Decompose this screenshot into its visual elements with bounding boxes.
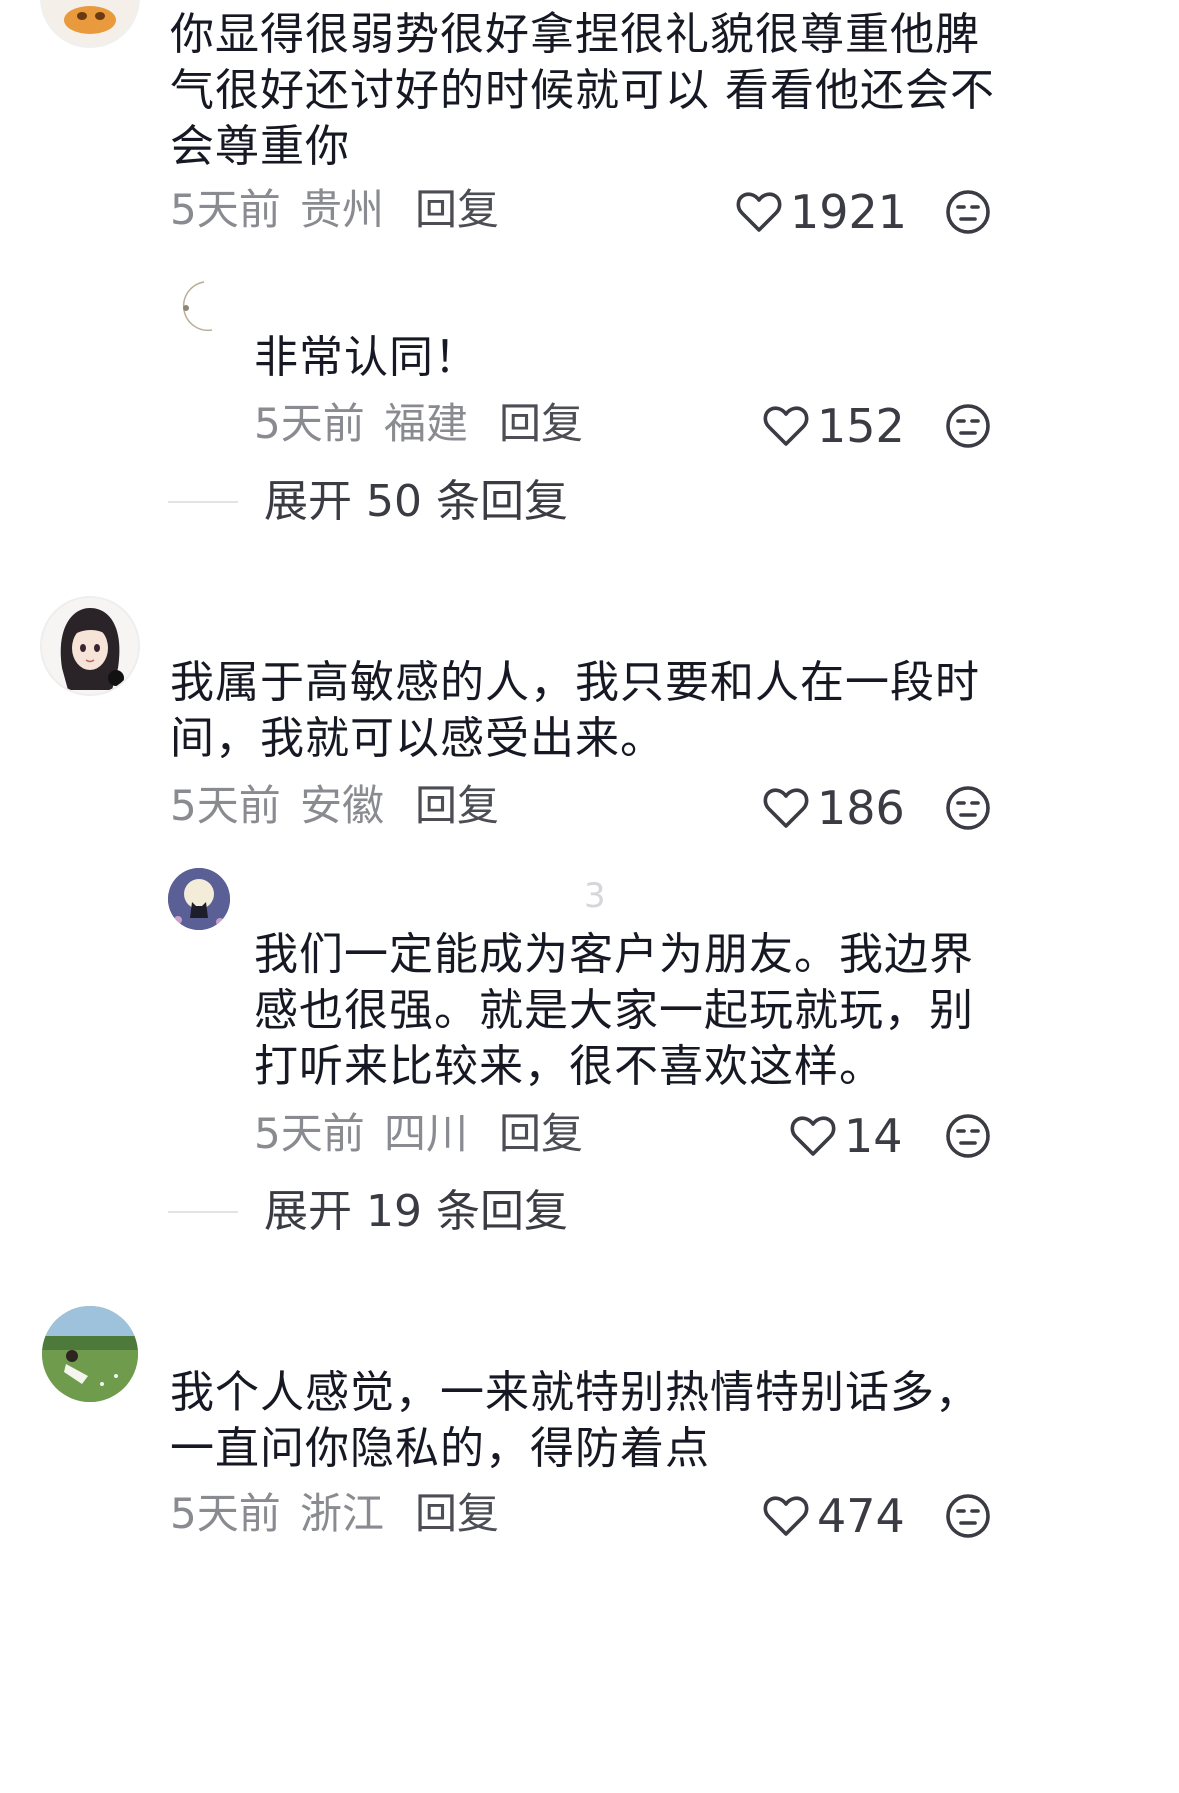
comment-time: 5天前: [170, 185, 281, 234]
expand-replies-button[interactable]: 展开 19 条回复: [168, 1186, 568, 1238]
heart-icon: [790, 1116, 836, 1156]
like-count: 152: [817, 399, 905, 453]
dislike-face-icon[interactable]: [944, 1492, 992, 1540]
expand-replies-label: 展开 50 条回复: [264, 476, 568, 527]
comment-time: 5天前: [170, 1489, 281, 1538]
dislike-face-icon[interactable]: [944, 784, 992, 832]
avatar[interactable]: [42, 1306, 138, 1402]
comment-location: 安徽: [300, 781, 385, 830]
avatar[interactable]: [168, 868, 230, 930]
reply-button[interactable]: 回复: [499, 398, 583, 450]
anime-girl-icon: [60, 608, 124, 690]
like-count: 14: [844, 1109, 903, 1163]
like-button[interactable]: 1921: [734, 186, 907, 238]
reply-button[interactable]: 回复: [499, 1108, 583, 1160]
comment-location: 贵州: [300, 185, 385, 234]
cat-moon-icon: [168, 868, 230, 930]
expand-replies-label: 展开 19 条回复: [264, 1186, 568, 1237]
comment-time: 5天前: [170, 781, 281, 830]
like-count: 474: [817, 1489, 905, 1543]
reply-button[interactable]: 回复: [415, 1488, 499, 1540]
expand-replies-button[interactable]: 展开 50 条回复: [168, 476, 568, 528]
like-button[interactable]: 152: [761, 400, 905, 452]
orange-cartoon-icon: [64, 6, 116, 34]
dislike-face-icon[interactable]: [944, 1112, 992, 1160]
comment-text-line: 间，我就可以感受出来。: [170, 713, 665, 764]
comment-text-line: 会尊重你: [170, 121, 350, 172]
dislike-face-icon[interactable]: [944, 402, 992, 450]
heart-icon: [736, 192, 782, 232]
like-count: 1921: [790, 185, 908, 239]
reply-button[interactable]: 回复: [415, 184, 499, 236]
like-count: 186: [817, 781, 905, 835]
comment-location: 四川: [384, 1109, 469, 1158]
comment-location: 福建: [384, 399, 469, 448]
moon-icon: [183, 281, 213, 332]
comment-time: 5天前: [254, 399, 365, 448]
comment-text-line: 一直问你隐私的，得防着点: [170, 1423, 710, 1474]
divider: [168, 501, 238, 503]
avatar[interactable]: [42, 0, 138, 46]
dislike-face-icon[interactable]: [944, 188, 992, 236]
comment-text-line: 打听来比较来，很不喜欢这样。: [254, 1041, 884, 1092]
comment-text-line: 非常认同！: [254, 332, 479, 383]
divider: [168, 1211, 238, 1213]
heart-icon: [763, 406, 809, 446]
reply-button[interactable]: 回复: [415, 780, 499, 832]
heart-icon: [763, 1496, 809, 1536]
like-button[interactable]: 186: [761, 782, 905, 834]
comment-location: 浙江: [300, 1489, 385, 1538]
avatar[interactable]: [42, 598, 138, 694]
heart-icon: [763, 788, 809, 828]
comment-time: 5天前: [254, 1109, 365, 1158]
avatar[interactable]: [168, 276, 228, 336]
reply-username[interactable]: 3: [584, 876, 606, 916]
like-button[interactable]: 474: [761, 1490, 905, 1542]
girl-in-field-icon: [42, 1306, 138, 1402]
like-button[interactable]: 14: [788, 1110, 903, 1162]
